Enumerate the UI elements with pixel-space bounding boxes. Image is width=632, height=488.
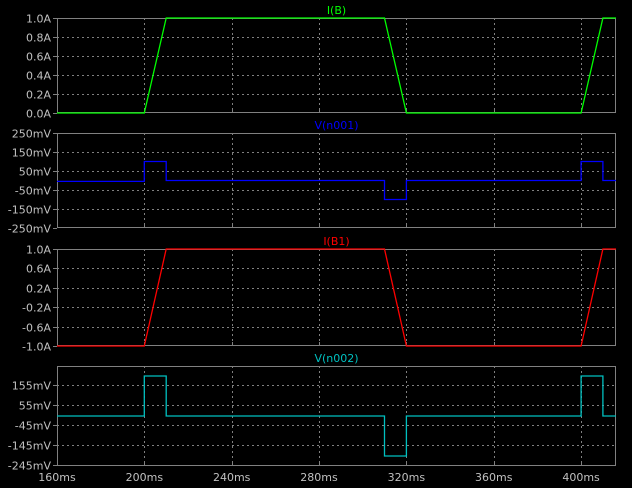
x-tick-label: 240ms <box>213 471 251 484</box>
x-tick-label: 400ms <box>562 471 600 484</box>
series-line <box>57 375 616 457</box>
x-tick-label: 200ms <box>126 471 164 484</box>
y-tick-label: -1.0A <box>22 341 51 354</box>
y-tick-label: 155mV <box>12 380 52 393</box>
y-tick-label: 0.8A <box>26 32 51 45</box>
trace-title: I(B1) <box>323 235 349 248</box>
y-tick-label: 0.6A <box>26 51 51 64</box>
y-tick-label: 0.4A <box>26 70 51 83</box>
x-tick-label: 320ms <box>388 471 426 484</box>
series-line <box>57 17 616 114</box>
y-tick-label: 0.2A <box>26 89 51 102</box>
y-tick-label: 55mV <box>19 400 52 413</box>
x-tick-label: 280ms <box>300 471 338 484</box>
series-line <box>57 248 616 347</box>
plot-frame <box>57 18 616 113</box>
y-tick-label: 1.0A <box>26 13 51 26</box>
series-line <box>57 160 616 201</box>
x-tick-label: 160ms <box>38 471 76 484</box>
y-tick-label: -145mV <box>8 440 52 453</box>
y-tick-label: 150mV <box>12 147 52 160</box>
waveform-viewer: 1.0A 0.8A 0.6A 0.4A 0.2A 0.0A I(B) 250mV 150mV 50… <box>8 4 616 484</box>
x-tick-label: 360ms <box>475 471 513 484</box>
y-tick-label: 0.6A <box>26 263 51 276</box>
y-tick-label: -150mV <box>8 204 52 217</box>
y-tick-label: 50mV <box>19 166 52 179</box>
y-tick-label: 0.2A <box>26 283 51 296</box>
y-tick-label: 250mV <box>12 128 52 141</box>
y-tick-label: 0.0A <box>26 108 51 121</box>
y-tick-label: -250mV <box>8 223 52 236</box>
y-tick-label: -0.6A <box>22 322 51 335</box>
trace-title: I(B) <box>327 4 346 17</box>
trace-title: V(n001) <box>314 119 358 132</box>
y-tick-label: -0.2A <box>22 302 51 315</box>
trace-title: V(n002) <box>314 352 358 365</box>
y-tick-label: -45mV <box>15 420 52 433</box>
plot-frame <box>57 249 616 346</box>
y-tick-label: 1.0A <box>26 244 51 257</box>
y-tick-label: -50mV <box>15 185 52 198</box>
